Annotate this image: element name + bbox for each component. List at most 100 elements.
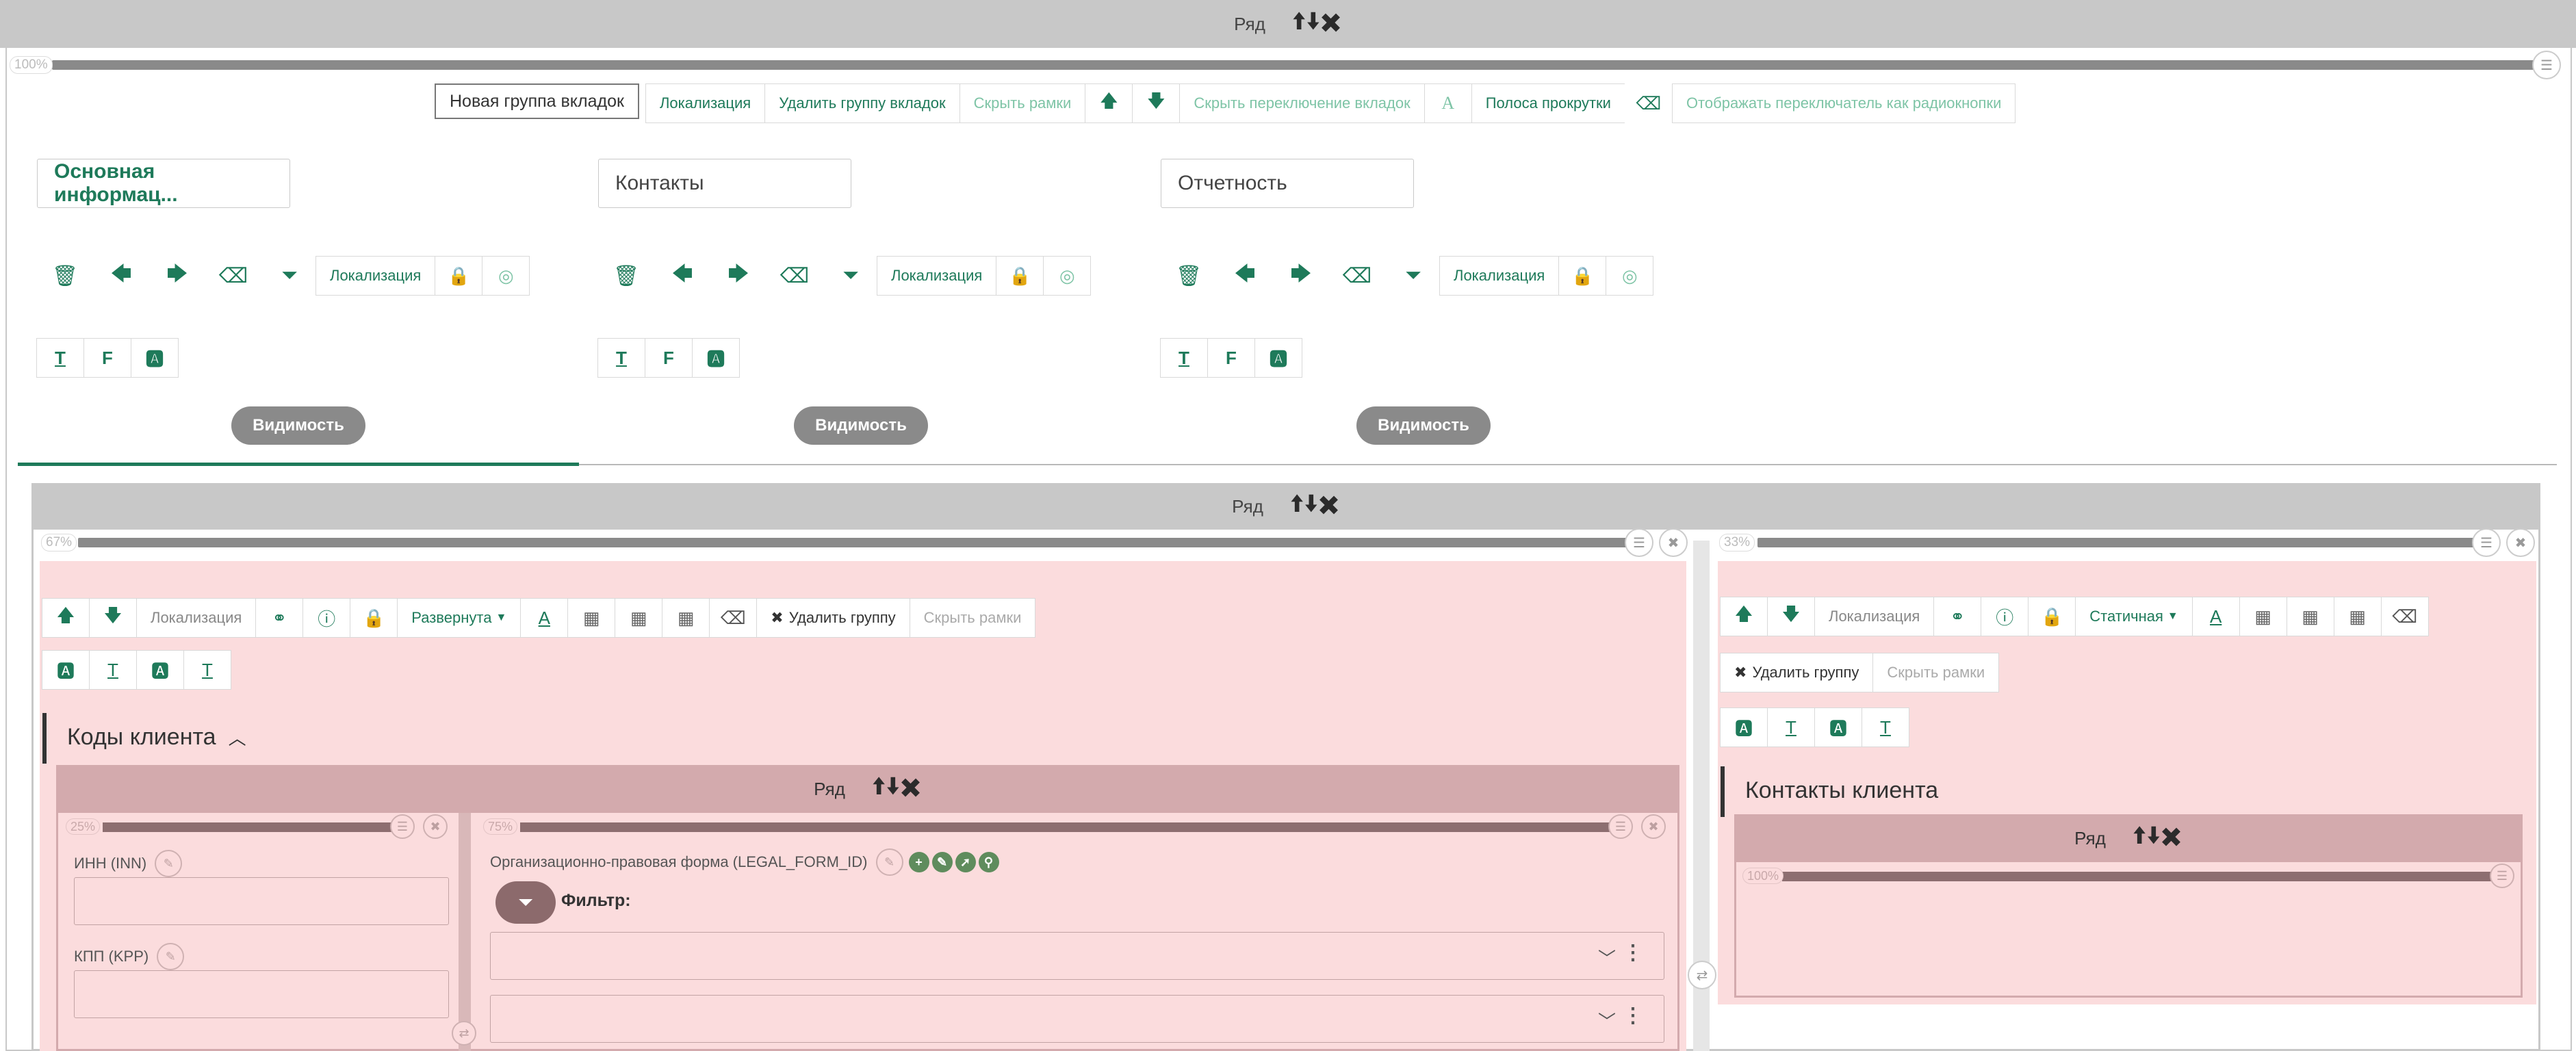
eye-slash-icon[interactable]: ◎ bbox=[482, 256, 530, 296]
column-width-slider[interactable] bbox=[520, 822, 1623, 832]
new-tab-group-button[interactable]: Новая группа вкладок bbox=[435, 83, 639, 119]
delete-group-button[interactable]: ✖ Удалить группу bbox=[756, 598, 910, 638]
localization-button[interactable]: Локализация bbox=[877, 256, 997, 296]
more-vert-icon[interactable]: ⋮ bbox=[1623, 1004, 1643, 1028]
mode-dropdown[interactable]: Статичная ▼ bbox=[2075, 597, 2193, 636]
font-family-icon[interactable]: F bbox=[645, 338, 693, 378]
open-icon[interactable]: ➚ bbox=[955, 852, 976, 872]
filter-icon[interactable]: ⏷ bbox=[830, 256, 871, 296]
more-vert-icon[interactable]: ⋮ bbox=[1623, 941, 1643, 965]
hide-tab-switch-button[interactable]: Скрыть переключение вкладок bbox=[1179, 83, 1425, 123]
column-close-icon[interactable]: ✖ bbox=[1659, 528, 1688, 557]
column-close-icon[interactable]: ✖ bbox=[423, 814, 448, 839]
trash-icon[interactable]: 🗑 bbox=[1168, 256, 1209, 296]
mode-dropdown[interactable]: Развернута ▼ bbox=[397, 598, 521, 638]
eye-slash-icon[interactable]: ◎ bbox=[1606, 256, 1654, 296]
edit-icon[interactable]: ✎ bbox=[157, 943, 185, 970]
localization-button[interactable]: Локализация bbox=[136, 598, 257, 638]
visibility-button[interactable]: Видимость bbox=[231, 406, 365, 445]
swap-columns-icon[interactable]: ⇄ bbox=[452, 1021, 476, 1046]
add-icon[interactable]: + bbox=[908, 852, 929, 872]
delete-tab-group-button[interactable]: Удалить группу вкладок bbox=[764, 83, 960, 123]
chevron-down-icon[interactable]: ﹀ bbox=[1598, 945, 1616, 970]
legal-form-select[interactable]: ﹀ ⋮ bbox=[490, 932, 1664, 980]
lock-icon[interactable]: 🔒 bbox=[350, 598, 398, 638]
text-color-icon[interactable]: 🅰 bbox=[136, 650, 184, 690]
column-width-slider[interactable] bbox=[1782, 872, 2494, 881]
tab-title-reporting[interactable]: Отчетность bbox=[1161, 159, 1414, 208]
font-icon[interactable]: A bbox=[1424, 83, 1472, 123]
font-icon[interactable]: A bbox=[2191, 597, 2240, 636]
column-menu-icon[interactable]: ☰ bbox=[1625, 528, 1653, 557]
background-icon[interactable]: ▦ bbox=[662, 598, 710, 638]
text-color-icon[interactable]: 🅰 bbox=[1720, 708, 1768, 747]
lock-icon[interactable]: 🔒 bbox=[1558, 256, 1607, 296]
arrow-right-icon[interactable]: 🡆 bbox=[157, 256, 198, 296]
group-title[interactable]: Коды клиента ︿ bbox=[67, 724, 246, 751]
text-format-icon[interactable]: T bbox=[36, 338, 84, 378]
eraser-icon[interactable]: ⌫ bbox=[213, 256, 254, 296]
arrow-up-icon[interactable]: 🡅 bbox=[42, 598, 90, 638]
text-color-icon[interactable]: 🅰 bbox=[42, 650, 90, 690]
row-move-delete-icons[interactable]: 🠩🠫✖ bbox=[1293, 5, 1342, 44]
tab-title-contacts[interactable]: Контакты bbox=[598, 159, 851, 208]
localization-button[interactable]: Локализация bbox=[315, 256, 436, 296]
filter-toggle-button[interactable]: ⏷ bbox=[495, 881, 556, 924]
column-width-slider[interactable] bbox=[103, 822, 397, 832]
eye-slash-icon[interactable]: ◎ bbox=[1043, 256, 1092, 296]
link-icon[interactable]: ⚲ bbox=[978, 852, 999, 872]
text-color-icon[interactable]: 🅰 bbox=[692, 338, 740, 378]
filter-icon[interactable]: ⏷ bbox=[1393, 256, 1434, 296]
column-menu-icon[interactable]: ☰ bbox=[2472, 528, 2501, 557]
chevron-up-icon[interactable]: ︿ bbox=[229, 725, 246, 750]
text-color-icon[interactable]: 🅰 bbox=[131, 338, 179, 378]
column-width-slider[interactable] bbox=[1757, 538, 2483, 547]
kpp-field[interactable] bbox=[74, 970, 449, 1018]
background-icon[interactable]: ▦ bbox=[2239, 597, 2287, 636]
font-icon[interactable]: A bbox=[520, 598, 569, 638]
delete-group-button[interactable]: ✖ Удалить группу bbox=[1720, 653, 1874, 692]
arrow-left-icon[interactable]: 🡄 bbox=[101, 256, 142, 296]
eraser-icon[interactable]: ⌫ bbox=[1337, 256, 1378, 296]
eraser-icon[interactable]: ⌫ bbox=[774, 256, 815, 296]
background-icon[interactable]: ▦ bbox=[567, 598, 616, 638]
swap-columns-icon[interactable]: ⇄ bbox=[1688, 961, 1716, 989]
arrow-down-icon[interactable]: 🡇 bbox=[1767, 597, 1815, 636]
edit-icon[interactable]: ✎ bbox=[875, 848, 903, 876]
column-menu-icon[interactable]: ☰ bbox=[1608, 814, 1633, 839]
lock-icon[interactable]: 🔒 bbox=[996, 256, 1044, 296]
filter-icon[interactable]: ⏷ bbox=[269, 256, 310, 296]
eraser-icon[interactable]: ⌫ bbox=[709, 598, 758, 638]
binoculars-icon[interactable]: ⚭ bbox=[1933, 597, 1982, 636]
row-move-delete-icons[interactable]: 🠩🠫✖ bbox=[1291, 487, 1340, 526]
arrow-up-icon[interactable]: 🡅 bbox=[1085, 83, 1133, 123]
binoculars-icon[interactable]: ⚭ bbox=[255, 598, 304, 638]
eraser-icon[interactable]: ⌫ bbox=[2380, 597, 2429, 636]
hide-frames-button[interactable]: Скрыть рамки bbox=[1872, 653, 2000, 692]
column-close-icon[interactable]: ✖ bbox=[1641, 814, 1666, 839]
arrow-up-icon[interactable]: 🡅 bbox=[1720, 597, 1768, 636]
lock-icon[interactable]: 🔒 bbox=[2028, 597, 2076, 636]
eraser-icon[interactable]: ⌫ bbox=[1624, 83, 1673, 123]
arrow-down-icon[interactable]: 🡇 bbox=[89, 598, 137, 638]
info-icon[interactable]: ⓘ bbox=[1981, 597, 2029, 636]
edit-icon[interactable]: ✎ bbox=[931, 852, 953, 872]
background-icon[interactable]: ▦ bbox=[2286, 597, 2334, 636]
font-family-icon[interactable]: F bbox=[83, 338, 131, 378]
text-format-icon[interactable]: T bbox=[89, 650, 137, 690]
lock-icon[interactable]: 🔒 bbox=[435, 256, 483, 296]
text-format-icon[interactable]: T bbox=[597, 338, 645, 378]
edit-icon[interactable]: ✎ bbox=[155, 850, 183, 877]
hide-frames-button[interactable]: Скрыть рамки bbox=[959, 83, 1086, 123]
arrow-left-icon[interactable]: 🡄 bbox=[1224, 256, 1265, 296]
row-move-delete-icons[interactable]: 🠩🠫✖ bbox=[2133, 819, 2182, 858]
text-format-icon[interactable]: T bbox=[1160, 338, 1208, 378]
text-format-icon[interactable]: T bbox=[183, 650, 231, 690]
hide-frames-button[interactable]: Скрыть рамки bbox=[909, 598, 1036, 638]
background-icon[interactable]: ▦ bbox=[2333, 597, 2382, 636]
group-title[interactable]: Контакты клиента bbox=[1745, 777, 1938, 804]
visibility-button[interactable]: Видимость bbox=[1356, 406, 1491, 445]
legal-form-select[interactable]: ﹀ ⋮ bbox=[490, 995, 1664, 1043]
visibility-button[interactable]: Видимость bbox=[794, 406, 928, 445]
font-family-icon[interactable]: F bbox=[1207, 338, 1255, 378]
